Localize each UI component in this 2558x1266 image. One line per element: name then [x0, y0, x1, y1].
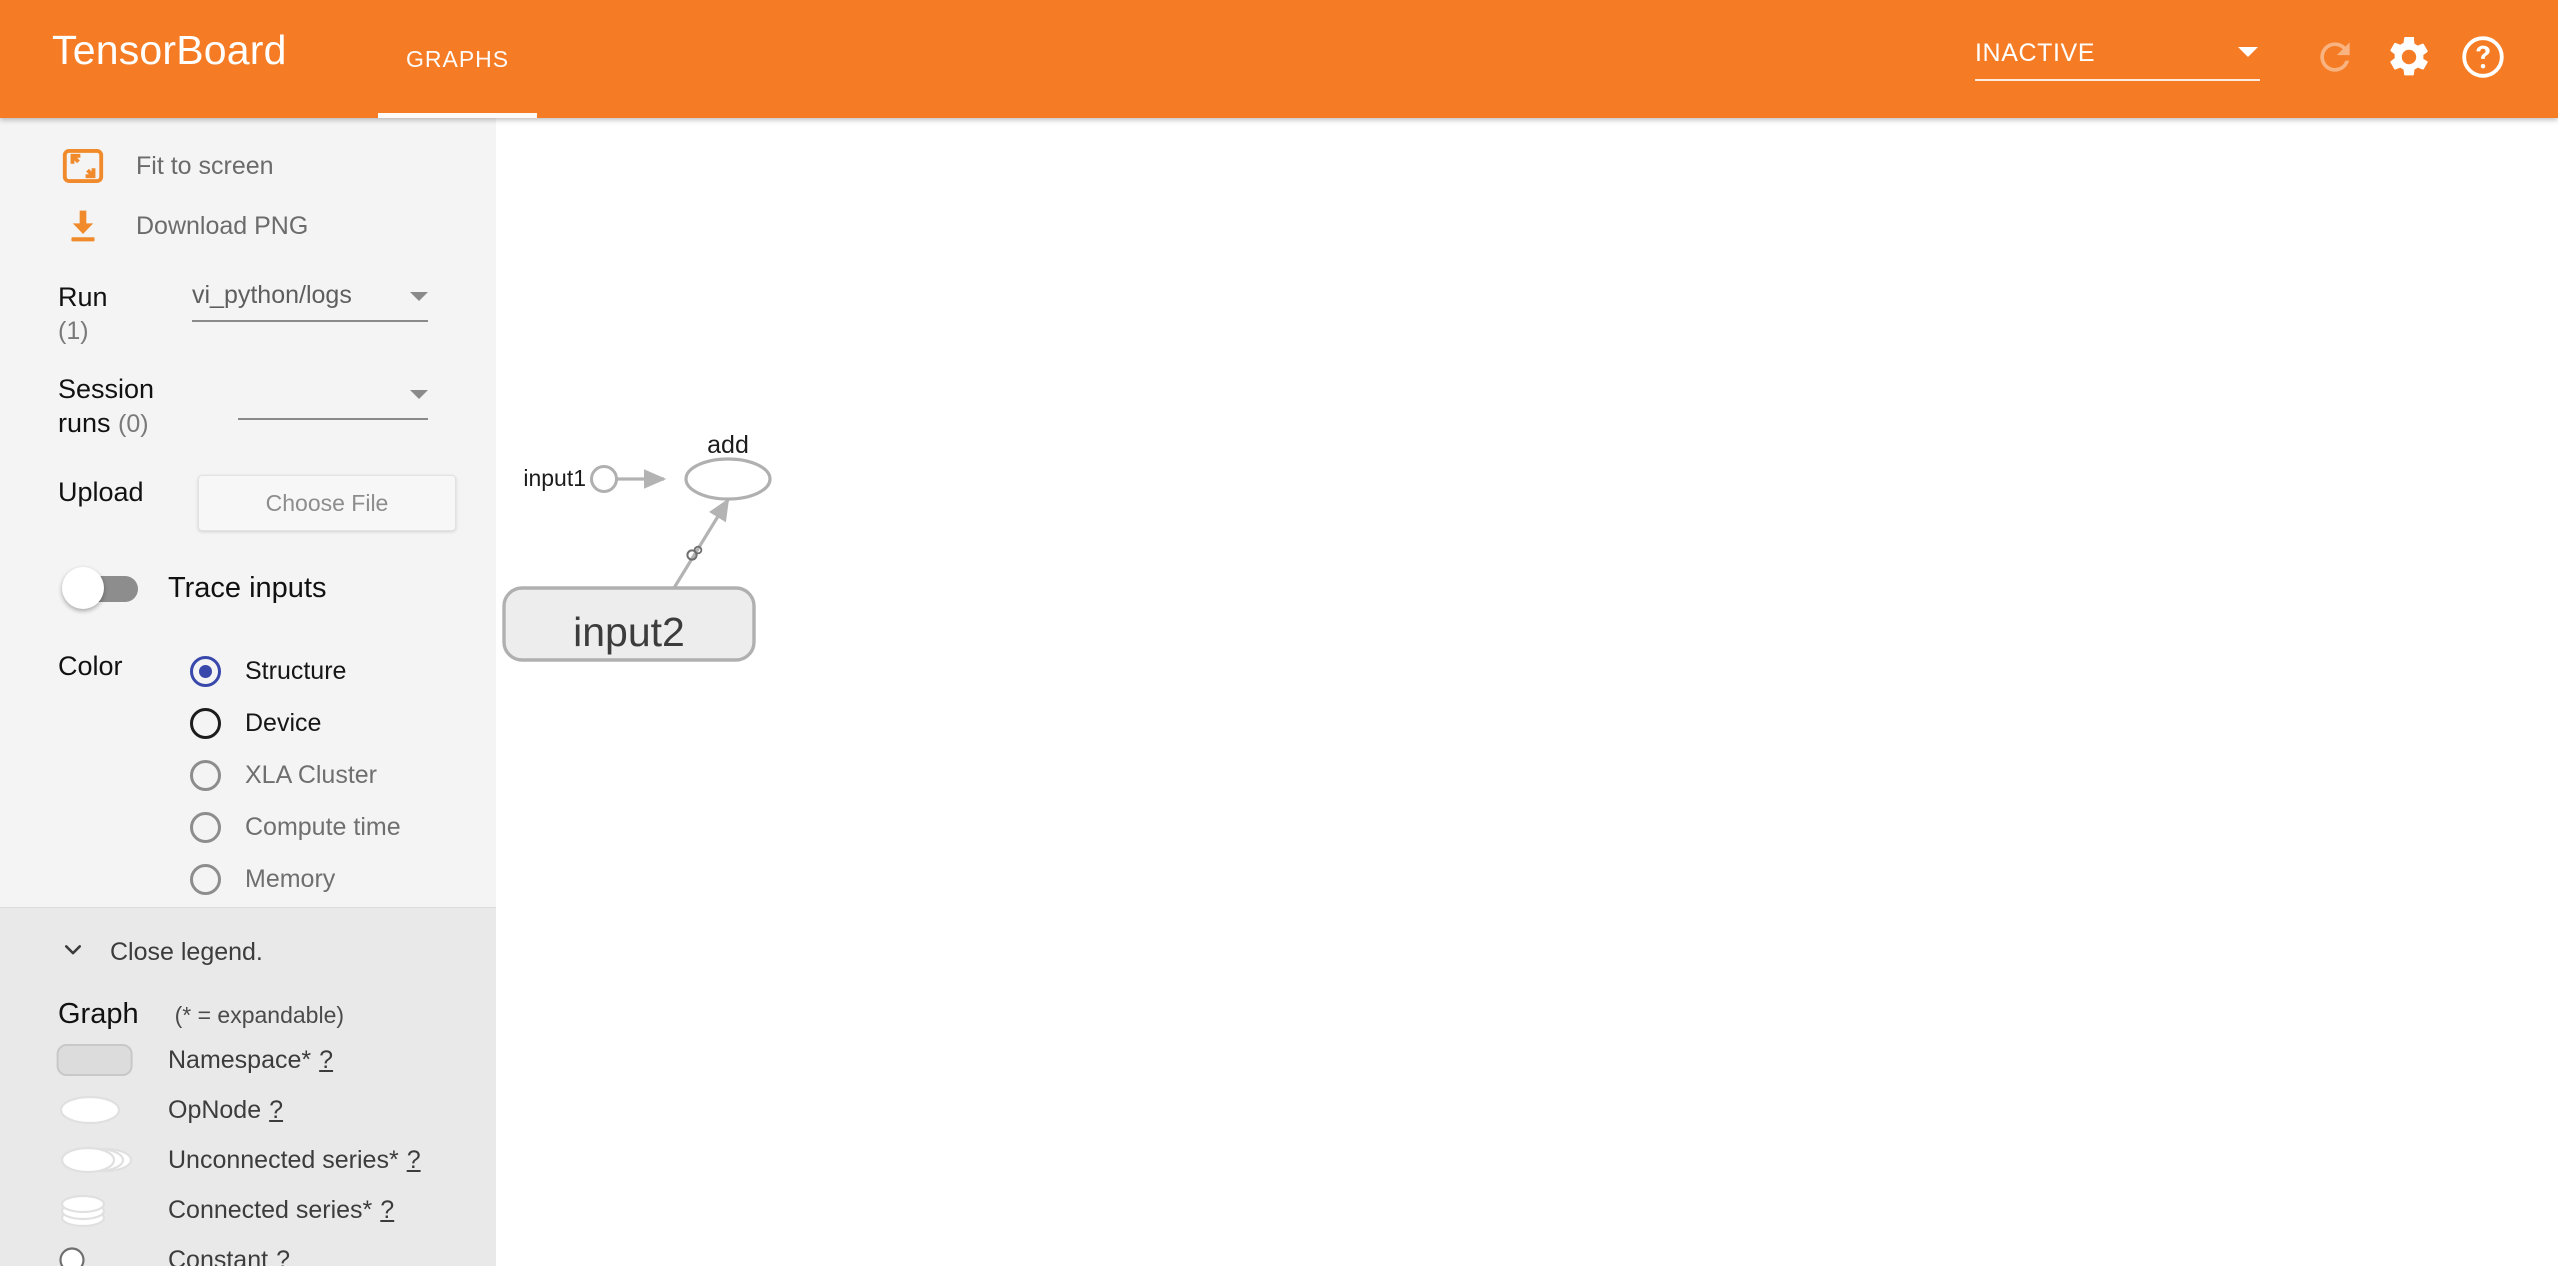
legend-item-label: OpNode?	[168, 1095, 284, 1124]
legend-item-unconnected-series: Unconnected series*?	[0, 1139, 496, 1181]
tab-bar: GRAPHS	[378, 0, 538, 118]
help-link[interactable]: ?	[276, 1246, 290, 1266]
close-legend-button[interactable]: Close legend.	[0, 928, 496, 976]
fit-to-screen-icon	[62, 145, 108, 187]
session-runs-field: Session runs (0)	[0, 372, 496, 441]
radio-icon	[190, 707, 221, 739]
download-png-label: Download PNG	[136, 211, 309, 240]
legend-note: (* = expandable)	[174, 1002, 345, 1028]
connected-series-shape-icon	[40, 1191, 160, 1229]
graph-edge-input2-add[interactable]	[672, 498, 730, 589]
help-circle-icon	[2459, 33, 2507, 86]
help-link[interactable]: ?	[380, 1196, 394, 1224]
run-label-group: Run (1)	[58, 280, 178, 348]
legend-item-namespace: Namespace*?	[0, 1039, 496, 1081]
run-dropdown[interactable]: vi_python/logs	[192, 280, 428, 322]
run-state-value: INACTIVE	[1975, 38, 2096, 67]
opnode-shape-icon	[40, 1093, 160, 1127]
graph-node-input2[interactable]: input2	[502, 586, 756, 662]
sidebar-controls: Fit to screen Download PNG Run (1) vi_py…	[0, 118, 496, 908]
run-label: Run	[58, 282, 108, 312]
session-runs-dropdown[interactable]	[238, 378, 428, 420]
chevron-down-icon	[410, 390, 428, 399]
upload-label: Upload	[58, 477, 144, 507]
session-runs-label-line2: runs (0)	[58, 408, 149, 438]
legend-header: Graph (* = expandable)	[0, 998, 496, 1031]
unconnected-series-shape-icon	[40, 1143, 160, 1177]
color-option-xla-cluster[interactable]: XLA Cluster	[190, 749, 401, 801]
graph-canvas[interactable]: input1 add input2	[496, 118, 2558, 1266]
color-field: Color Structure Device XLA Cluster Compu…	[0, 645, 496, 905]
legend-item-connected-series: Connected series*?	[0, 1189, 496, 1231]
color-option-label: Compute time	[245, 812, 401, 841]
color-option-label: Memory	[245, 864, 336, 893]
close-legend-label: Close legend.	[110, 937, 263, 966]
download-png-button[interactable]: Download PNG	[0, 196, 496, 256]
color-option-memory[interactable]: Memory	[190, 853, 401, 905]
namespace-shape-icon	[40, 1043, 160, 1077]
help-link[interactable]: ?	[269, 1096, 283, 1124]
sidebar: Fit to screen Download PNG Run (1) vi_py…	[0, 118, 496, 1266]
chevron-down-icon	[410, 292, 428, 301]
color-label: Color	[58, 651, 123, 681]
choose-file-button[interactable]: Choose File	[198, 475, 456, 531]
graph-node-input1[interactable]: input1	[523, 465, 618, 493]
graph-visualization[interactable]: input1 add input2	[496, 118, 2558, 1266]
color-option-label: Structure	[245, 656, 347, 685]
legend-item-constant: Constant?	[0, 1239, 496, 1266]
graph-node-add[interactable]: add	[684, 431, 772, 501]
radio-icon	[190, 759, 221, 791]
session-runs-dropdown-value	[238, 378, 428, 408]
refresh-icon	[2313, 35, 2357, 84]
color-option-label: Device	[245, 708, 322, 737]
trace-inputs-toggle[interactable]: Trace inputs	[0, 567, 496, 609]
gear-icon	[2385, 33, 2433, 86]
color-option-compute-time[interactable]: Compute time	[190, 801, 401, 853]
refresh-button[interactable]	[2298, 22, 2372, 96]
graph-node-add-label: add	[707, 431, 749, 459]
graph-node-input1-label: input1	[523, 465, 586, 491]
radio-icon	[190, 863, 221, 895]
help-link[interactable]: ?	[407, 1146, 421, 1174]
graph-node-input2-label: input2	[573, 609, 685, 655]
session-runs-label: Session	[58, 374, 155, 404]
color-option-label: XLA Cluster	[245, 760, 378, 789]
chevron-down-icon	[2238, 46, 2258, 57]
chevron-down-icon	[58, 935, 88, 970]
fit-to-screen-label: Fit to screen	[136, 151, 274, 180]
legend-panel: Close legend. Graph (* = expandable) Nam…	[0, 908, 496, 1266]
help-link[interactable]: ?	[319, 1046, 333, 1074]
legend-item-label: Constant?	[168, 1246, 290, 1266]
toggle-switch-icon	[62, 567, 138, 609]
fit-to-screen-button[interactable]: Fit to screen	[0, 136, 496, 196]
run-field: Run (1) vi_python/logs	[0, 280, 496, 348]
legend-item-label: Unconnected series*?	[168, 1145, 421, 1174]
session-runs-label-group: Session runs (0)	[58, 372, 178, 441]
color-option-device[interactable]: Device	[190, 697, 401, 749]
settings-button[interactable]	[2372, 22, 2446, 96]
color-radio-group: Structure Device XLA Cluster Compute tim…	[190, 645, 401, 905]
color-option-structure[interactable]: Structure	[190, 645, 401, 697]
constant-shape-icon	[40, 1243, 160, 1266]
choose-file-label: Choose File	[265, 489, 389, 516]
run-state-dropdown[interactable]: INACTIVE	[1975, 38, 2260, 81]
legend-title: Graph	[58, 998, 139, 1030]
legend-item-opnode: OpNode?	[0, 1089, 496, 1131]
upload-field: Upload Choose File	[0, 475, 496, 531]
radio-icon	[190, 655, 221, 687]
page-title: TensorBoard	[52, 27, 287, 73]
legend-item-label: Connected series*?	[168, 1195, 395, 1224]
run-dropdown-value: vi_python/logs	[192, 281, 352, 309]
app-header: TensorBoard GRAPHS INACTIVE	[0, 0, 2558, 118]
trace-inputs-label: Trace inputs	[168, 571, 327, 604]
help-button[interactable]	[2446, 22, 2520, 96]
radio-icon	[190, 811, 221, 843]
header-actions: INACTIVE	[1975, 0, 2520, 118]
tab-graphs[interactable]: GRAPHS	[378, 0, 538, 118]
legend-item-label: Namespace*?	[168, 1045, 334, 1074]
tab-graphs-label: GRAPHS	[406, 46, 510, 72]
download-icon	[62, 205, 108, 247]
session-runs-count: (0)	[118, 410, 149, 438]
run-count: (1)	[58, 317, 89, 345]
